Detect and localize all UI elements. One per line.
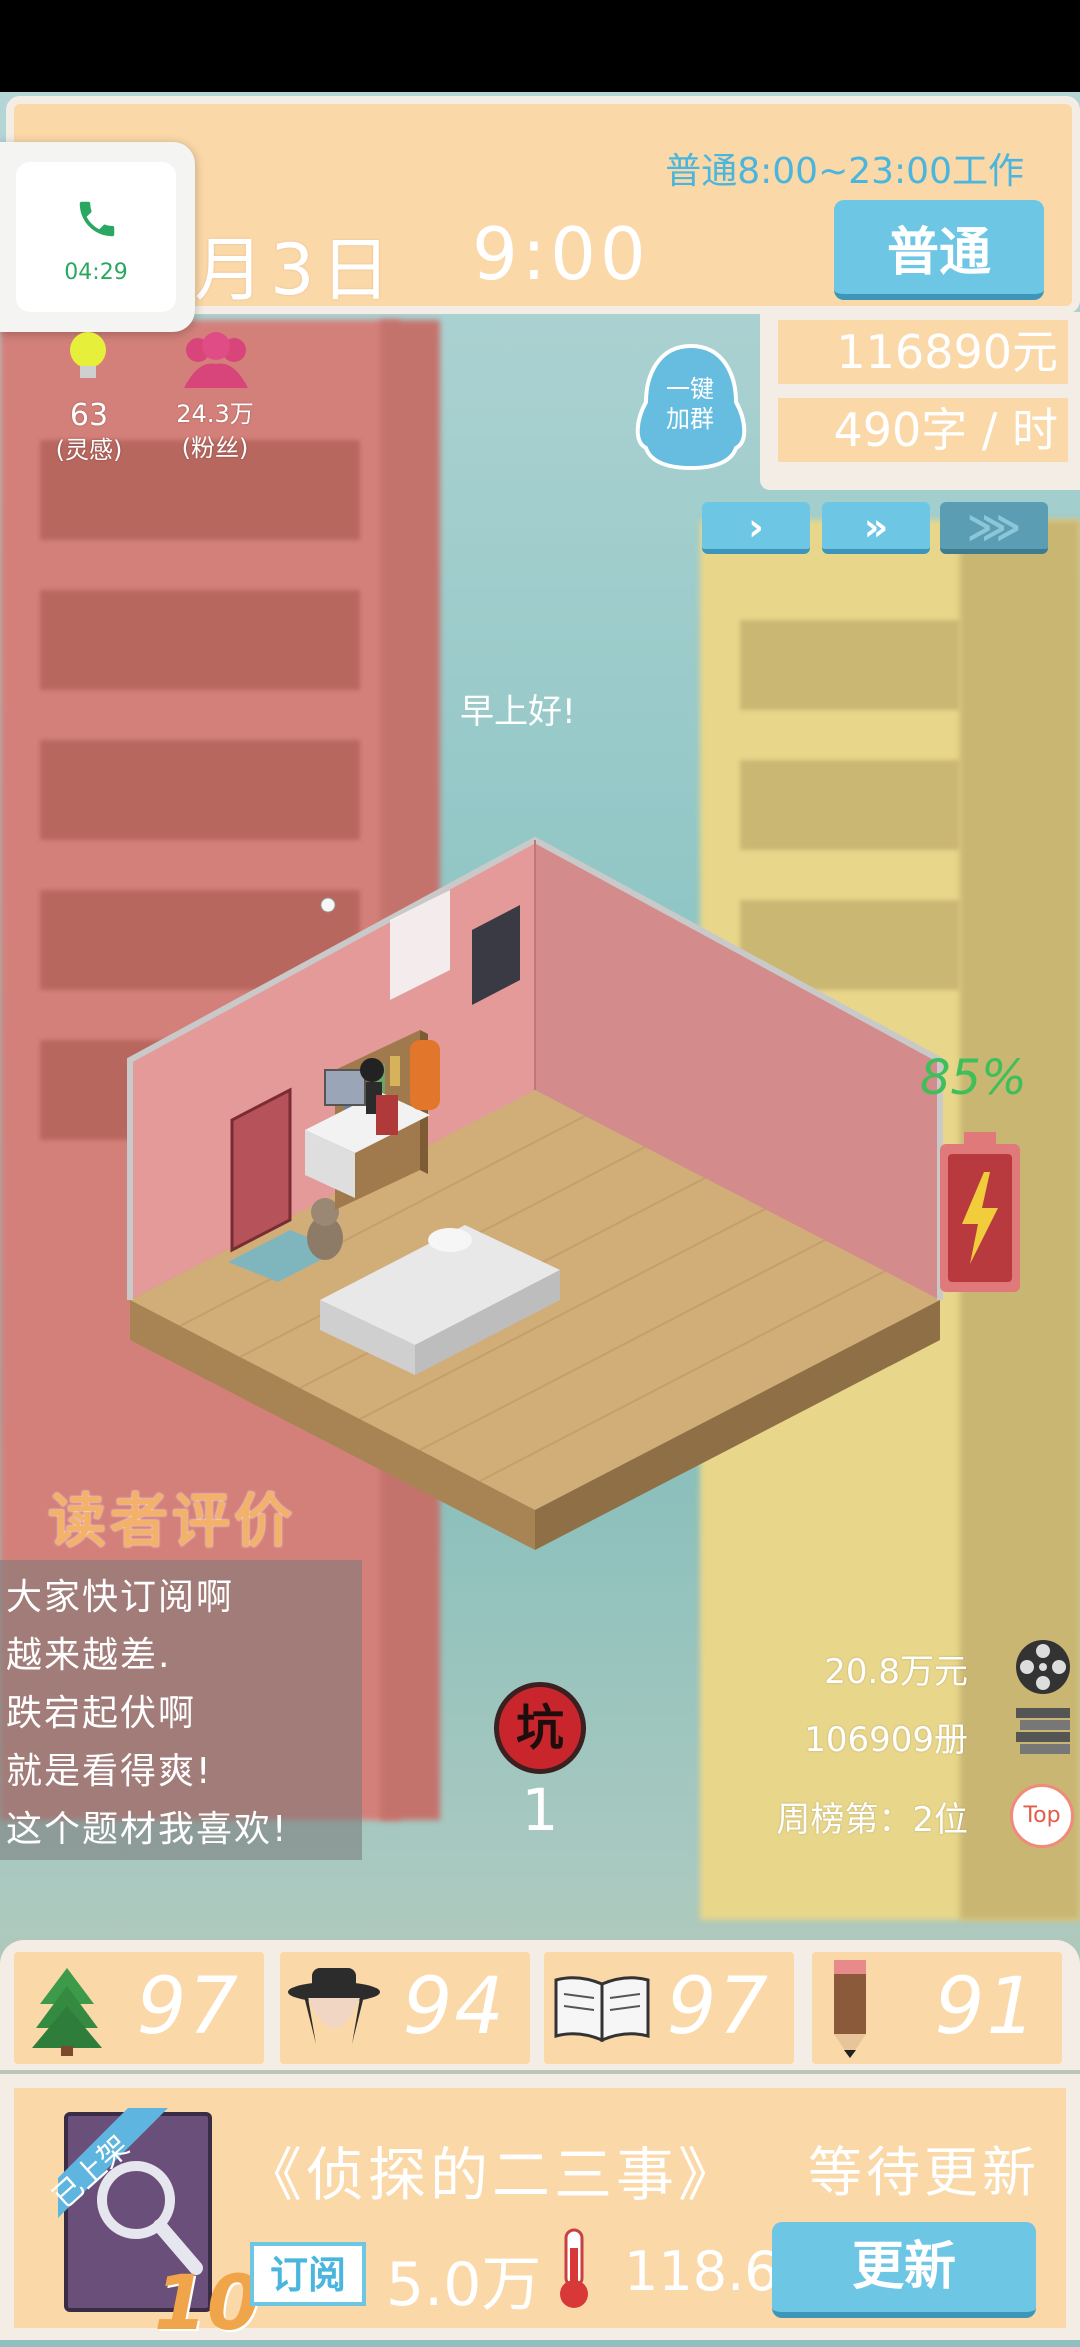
pencil-icon (834, 1960, 866, 2058)
book-stack-icon (1016, 1708, 1070, 1754)
qq-line-2: 加群 (666, 405, 714, 433)
pit-count: 1 (521, 1776, 559, 1844)
book-level: 10 (154, 2258, 260, 2347)
review-line: 这个题材我喜欢! (6, 1809, 289, 1850)
battery-icon (940, 1132, 1020, 1292)
earnings-text: 20.8万元 (824, 1652, 968, 1692)
copies-text: 106909册 (804, 1720, 968, 1760)
skill-card-book[interactable]: 97 (544, 1952, 794, 2064)
fans-value: 24.3万 (176, 400, 254, 428)
subscribe-tag: 订阅 (250, 2242, 366, 2306)
book-status: 等待更新 (808, 2141, 1040, 2204)
skill-value: 97 (666, 1962, 770, 2052)
top-badge-icon[interactable]: Top (1010, 1784, 1074, 1848)
call-widget-inner: 04:29 (16, 162, 176, 312)
work-hours-text: 普通8:00~23:00工作 (665, 151, 1024, 192)
skill-card-detective[interactable]: 94 (280, 1952, 530, 2064)
skill-card-pencil[interactable]: 91 (812, 1952, 1062, 2064)
pit-badge[interactable]: 坑 (494, 1682, 586, 1774)
mode-button[interactable]: 普通 (834, 200, 1044, 300)
thermometer-icon (560, 2228, 588, 2308)
writing-speed-text: 490字 / 时 (778, 398, 1068, 462)
balance-text: 116890元 (778, 320, 1068, 384)
review-line: 跌宕起伏啊 (6, 1693, 197, 1734)
qq-group-text[interactable]: 一键 加群 (640, 374, 740, 434)
call-duration: 04:29 (64, 260, 128, 285)
weekly-rank-text: 周榜第：2位 (776, 1800, 968, 1840)
time-text: 9:00 (472, 212, 650, 296)
status-bar (0, 0, 1080, 92)
skill-card-tree[interactable]: 97 (14, 1952, 264, 2064)
inspiration-label: (灵感) (55, 436, 123, 464)
lightbulb-icon (70, 332, 106, 378)
fans-icon (184, 332, 248, 388)
skills-panel: 97 94 97 91 (0, 1940, 1080, 2070)
fans-label: (粉丝) (181, 434, 249, 462)
speed-2x-button[interactable]: » (822, 502, 930, 554)
room-illustration (127, 836, 943, 1550)
inspiration-value: 63 (69, 398, 109, 433)
book-title: 《侦探的二三事》 (244, 2141, 741, 2209)
skill-value: 91 (934, 1962, 1038, 2052)
reviews-title: 读者评价 (48, 1487, 297, 1555)
date-text: 月3日 (194, 229, 397, 311)
greeting-text: 早上好! (460, 692, 576, 732)
qq-line-1: 一键 (666, 375, 714, 403)
book-icon (554, 1976, 650, 2043)
battery-percent: 85% (920, 1050, 1027, 1106)
speed-1x-button[interactable]: › (702, 502, 810, 554)
subscribe-count: 5.0万 (386, 2250, 542, 2320)
phone-icon (79, 201, 115, 237)
tree-icon (32, 1968, 102, 2056)
review-line: 越来越差. (6, 1635, 172, 1676)
book-panel-inner: 已上架 10 《侦探的二三事》 等待更新 订阅 5.0万 118.6° 更新 (14, 2088, 1066, 2347)
money-panel: 116890元 490字 / 时 (760, 312, 1080, 490)
reviews-box: 大家快订阅啊 越来越差. 跌宕起伏啊 就是看得爽! 这个题材我喜欢! (0, 1560, 362, 1860)
update-button[interactable]: 更新 (772, 2222, 1036, 2318)
call-widget[interactable]: 04:29 (0, 142, 195, 332)
detective-icon (288, 1968, 380, 2044)
book-panel: 已上架 10 《侦探的二三事》 等待更新 订阅 5.0万 118.6° 更新 (0, 2074, 1080, 2347)
review-line: 大家快订阅啊 (6, 1577, 235, 1618)
skill-value: 97 (136, 1962, 240, 2052)
review-line: 就是看得爽! (6, 1751, 213, 1792)
film-reel-icon (1016, 1640, 1070, 1694)
speed-3x-button[interactable]: ⋙ (940, 502, 1048, 554)
skill-value: 94 (402, 1962, 506, 2052)
